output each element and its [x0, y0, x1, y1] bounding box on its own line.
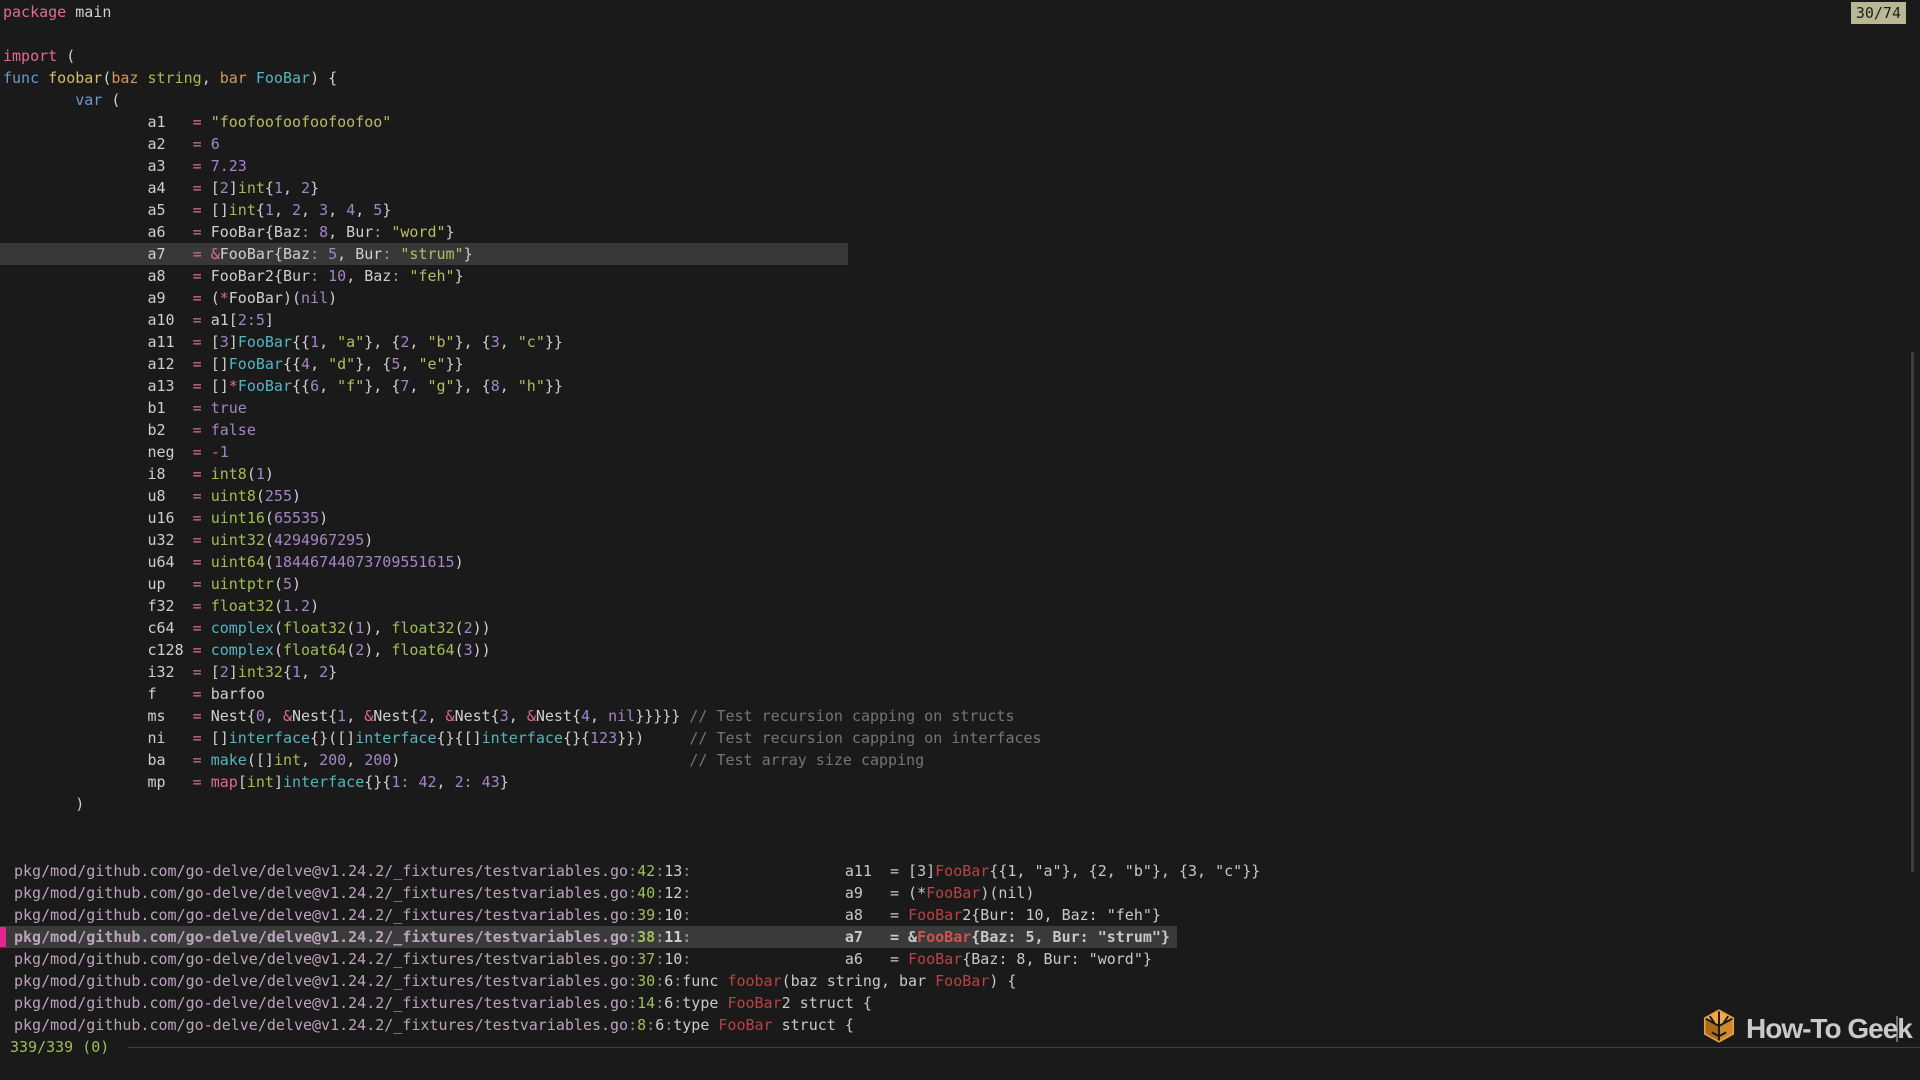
- code-line: ms = Nest{0, &Nest{1, &Nest{2, &Nest{3, …: [0, 705, 1920, 727]
- code-line: f = barfoo: [0, 683, 1920, 705]
- code-line: neg = -1: [0, 441, 1920, 463]
- code-line: u16 = uint16(65535): [0, 507, 1920, 529]
- code-line: mp = map[int]interface{}{1: 42, 2: 43}: [0, 771, 1920, 793]
- preview-scroll-indicator: 30/74: [1851, 2, 1906, 24]
- code-line-highlighted: a7 = &FooBar{Baz: 5, Bur: "strum"}: [0, 243, 1920, 265]
- result-row-selected[interactable]: pkg/mod/github.com/go-delve/delve@v1.24.…: [0, 926, 1920, 948]
- code-line: a9 = (*FooBar)(nil): [0, 287, 1920, 309]
- status-row: 339/339 (0): [0, 1036, 1920, 1058]
- code-line: a4 = [2]int{1, 2}: [0, 177, 1920, 199]
- result-row[interactable]: pkg/mod/github.com/go-delve/delve@v1.24.…: [0, 1014, 1920, 1036]
- code-line: i32 = [2]int32{1, 2}: [0, 661, 1920, 683]
- result-row[interactable]: pkg/mod/github.com/go-delve/delve@v1.24.…: [0, 948, 1920, 970]
- code-line: package main: [0, 1, 1920, 23]
- code-line: a3 = 7.23: [0, 155, 1920, 177]
- code-line: b1 = true: [0, 397, 1920, 419]
- preview-scrollbar[interactable]: [1911, 352, 1914, 872]
- howtogeek-logo: How-To Geek: [1700, 1008, 1912, 1050]
- code-line: ni = []interface{}([]interface{}{[]inter…: [0, 727, 1920, 749]
- match-counter: 339/339 (0): [10, 1036, 109, 1058]
- code-line: c64 = complex(float32(1), float32(2)): [0, 617, 1920, 639]
- code-line: c128 = complex(float64(2), float64(3)): [0, 639, 1920, 661]
- code-line: a12 = []FooBar{{4, "d"}, {5, "e"}}: [0, 353, 1920, 375]
- preview-pane: package main import (func foobar(baz stri…: [0, 1, 1920, 815]
- code-line: a10 = a1[2:5]: [0, 309, 1920, 331]
- result-row[interactable]: pkg/mod/github.com/go-delve/delve@v1.24.…: [0, 904, 1920, 926]
- howtogeek-logo-text: How-To Geek: [1746, 1010, 1912, 1048]
- code-line: ba = make([]int, 200, 200) // Test array…: [0, 749, 1920, 771]
- code-line: a11 = [3]FooBar{{1, "a"}, {2, "b"}, {3, …: [0, 331, 1920, 353]
- code-line: up = uintptr(5): [0, 573, 1920, 595]
- code-line: ): [0, 793, 1920, 815]
- code-line: a13 = []*FooBar{{6, "f"}, {7, "g"}, {8, …: [0, 375, 1920, 397]
- code-line: f32 = float32(1.2): [0, 595, 1920, 617]
- code-line: func foobar(baz string, bar FooBar) {: [0, 67, 1920, 89]
- status-separator-line: [128, 1047, 1920, 1048]
- code-line: u64 = uint64(18446744073709551615): [0, 551, 1920, 573]
- code-line: a2 = 6: [0, 133, 1920, 155]
- result-row[interactable]: pkg/mod/github.com/go-delve/delve@v1.24.…: [0, 992, 1920, 1014]
- howtogeek-icon: [1700, 1007, 1738, 1051]
- code-line: var (: [0, 89, 1920, 111]
- code-line: [0, 23, 1920, 45]
- code-line: u32 = uint32(4294967295): [0, 529, 1920, 551]
- result-row[interactable]: pkg/mod/github.com/go-delve/delve@v1.24.…: [0, 882, 1920, 904]
- fzf-terminal: package main import (func foobar(baz stri…: [0, 0, 1920, 1080]
- code-line: a8 = FooBar2{Bur: 10, Baz: "feh"}: [0, 265, 1920, 287]
- code-line: u8 = uint8(255): [0, 485, 1920, 507]
- search-prompt[interactable]: > foobar: [5, 1058, 122, 1080]
- selection-pointer: [0, 927, 6, 947]
- result-row[interactable]: pkg/mod/github.com/go-delve/delve@v1.24.…: [0, 970, 1920, 992]
- code-line: i8 = int8(1): [0, 463, 1920, 485]
- code-line: a1 = "foofoofoofoofoofoo": [0, 111, 1920, 133]
- code-line: a6 = FooBar{Baz: 8, Bur: "word"}: [0, 221, 1920, 243]
- code-line: a5 = []int{1, 2, 3, 4, 5}: [0, 199, 1920, 221]
- code-line: b2 = false: [0, 419, 1920, 441]
- results-list: pkg/mod/github.com/go-delve/delve@v1.24.…: [0, 860, 1920, 1036]
- code-line: import (: [0, 45, 1920, 67]
- result-row[interactable]: pkg/mod/github.com/go-delve/delve@v1.24.…: [0, 860, 1920, 882]
